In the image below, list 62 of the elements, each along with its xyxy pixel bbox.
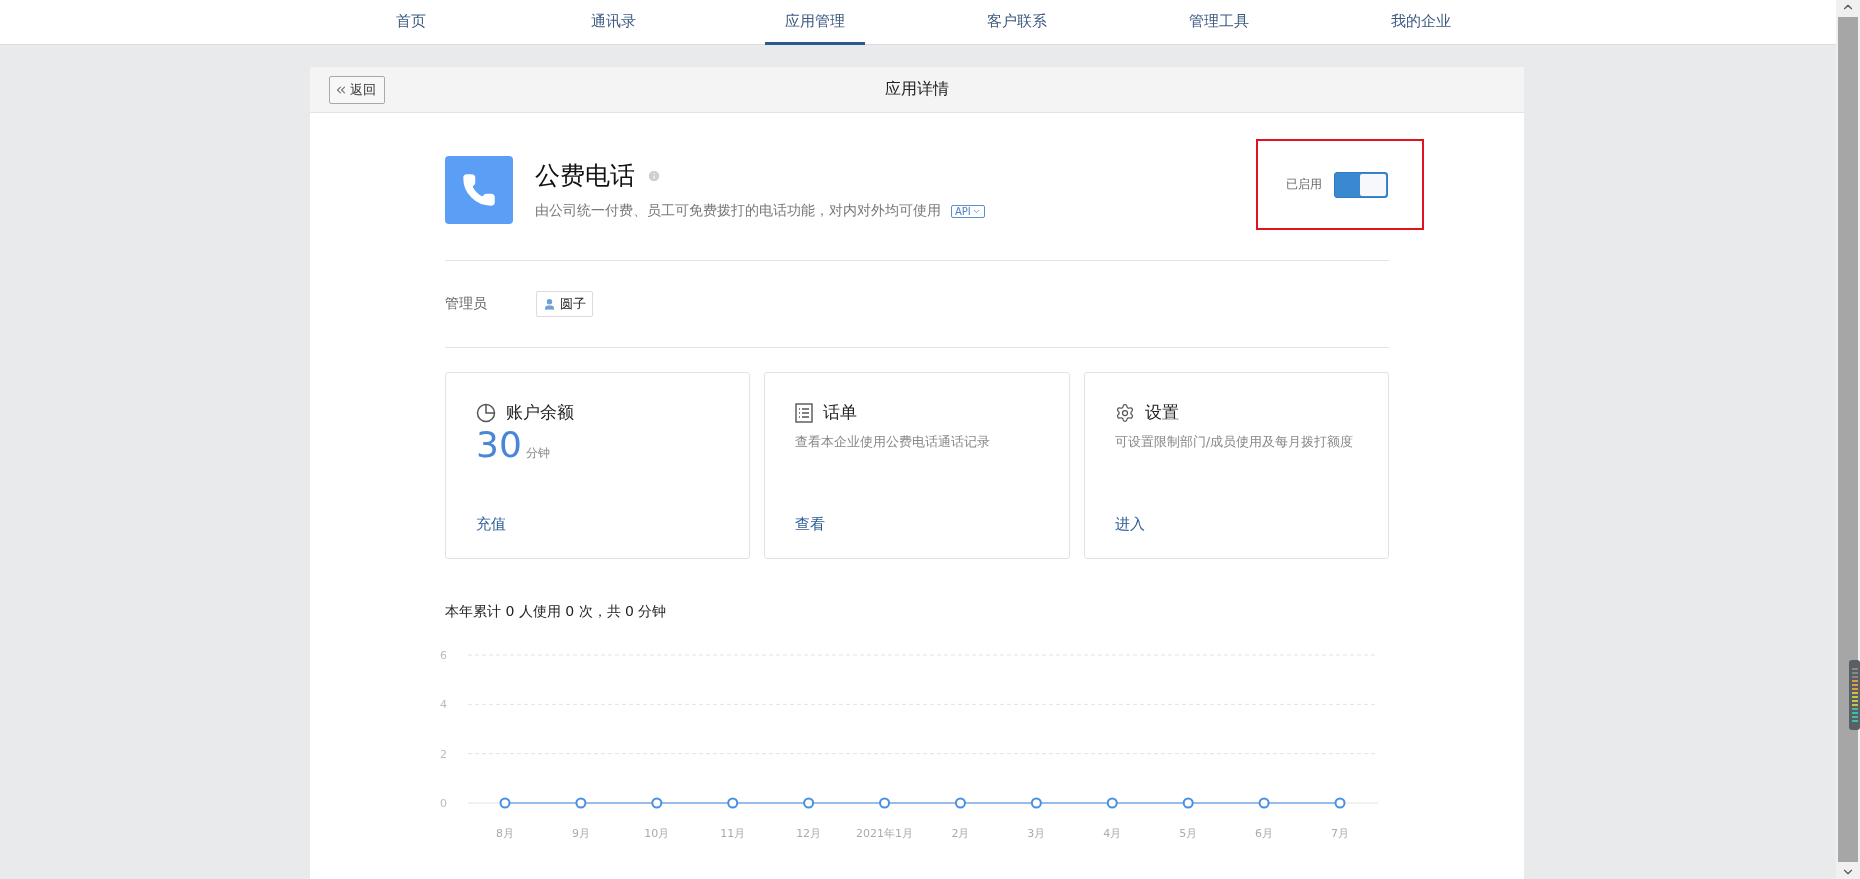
- nav-tab[interactable]: 应用管理: [765, 0, 865, 45]
- list-icon: [795, 402, 814, 423]
- pie-chart-icon: [476, 402, 496, 423]
- data-point: [879, 797, 891, 809]
- card-link[interactable]: 充值: [476, 515, 506, 534]
- x-tick-label: 2月: [951, 827, 970, 840]
- card-title: 设置: [1144, 401, 1179, 424]
- data-point: [575, 797, 587, 809]
- nav-tab[interactable]: 客户联系: [967, 0, 1067, 45]
- back-button[interactable]: 返回: [329, 75, 385, 104]
- card-link[interactable]: 查看: [795, 515, 826, 534]
- x-tick-label: 7月: [1331, 827, 1349, 840]
- phone-app-icon: [445, 155, 513, 224]
- x-tick-label: 11月: [720, 827, 746, 840]
- data-point: [727, 797, 739, 809]
- y-tick-label: 2: [440, 747, 447, 761]
- data-point: [1106, 797, 1118, 809]
- data-point: [803, 797, 815, 809]
- y-tick-label: 6: [440, 649, 447, 662]
- data-point: [499, 797, 511, 809]
- balance-value: 30: [476, 424, 522, 465]
- balance-unit: 分钟: [525, 445, 550, 462]
- nav-tab[interactable]: 首页: [376, 0, 446, 45]
- y-tick-label: 4: [440, 698, 447, 712]
- card-title: 账户余额: [506, 401, 574, 424]
- scrollbar-thumb[interactable]: [1838, 17, 1858, 862]
- usage-summary: 本年累计 0 人使用 0 次，共 0 分钟: [445, 603, 668, 621]
- x-tick-label: 12月: [796, 827, 822, 840]
- status-label: 已启用: [1286, 176, 1322, 193]
- data-point: [1030, 797, 1042, 809]
- card-description: 查看本企业使用公费电话通话记录: [795, 433, 992, 451]
- y-tick-label: 0: [440, 797, 447, 810]
- x-tick-label: 4月: [1103, 827, 1122, 840]
- x-tick-label: 3月: [1027, 827, 1046, 840]
- admin-label: 管理员: [445, 295, 488, 313]
- settings-icon: [1114, 402, 1135, 423]
- scrollbar[interactable]: [1836, 0, 1860, 879]
- admin-chip[interactable]: 圆子: [536, 291, 593, 317]
- app-description: 由公司统一付费、员工可免费拨打的电话功能，对内对外均可使用: [535, 202, 941, 220]
- data-point: [651, 797, 663, 809]
- card-title: 话单: [823, 401, 858, 424]
- x-tick-label: 9月: [571, 827, 590, 840]
- data-point: [1258, 797, 1270, 809]
- x-tick-label: 5月: [1179, 827, 1198, 840]
- enable-toggle[interactable]: [1334, 171, 1388, 198]
- data-point: [1334, 797, 1346, 809]
- data-point: [1182, 797, 1194, 809]
- x-tick-label: 6月: [1255, 827, 1274, 840]
- app-name: 公费电话: [535, 160, 635, 192]
- x-tick-label: 8月: [496, 827, 514, 840]
- x-tick-label: 2021年1月: [856, 827, 914, 840]
- x-tick-label: 10月: [644, 827, 670, 840]
- card-link[interactable]: 进入: [1114, 515, 1145, 534]
- data-point: [954, 797, 966, 809]
- card-description: 可设置限制部门/成员使用及每月拨打额度: [1114, 433, 1355, 451]
- nav-tab[interactable]: 管理工具: [1169, 0, 1269, 45]
- nav-tab[interactable]: 通讯录: [570, 0, 656, 45]
- panel-title: 应用详情: [885, 79, 949, 100]
- nav-tab[interactable]: 我的企业: [1371, 0, 1471, 45]
- api-dropdown[interactable]: API: [951, 204, 985, 218]
- user-icon: [543, 297, 556, 311]
- meter-widget-drawing: [1849, 660, 1860, 730]
